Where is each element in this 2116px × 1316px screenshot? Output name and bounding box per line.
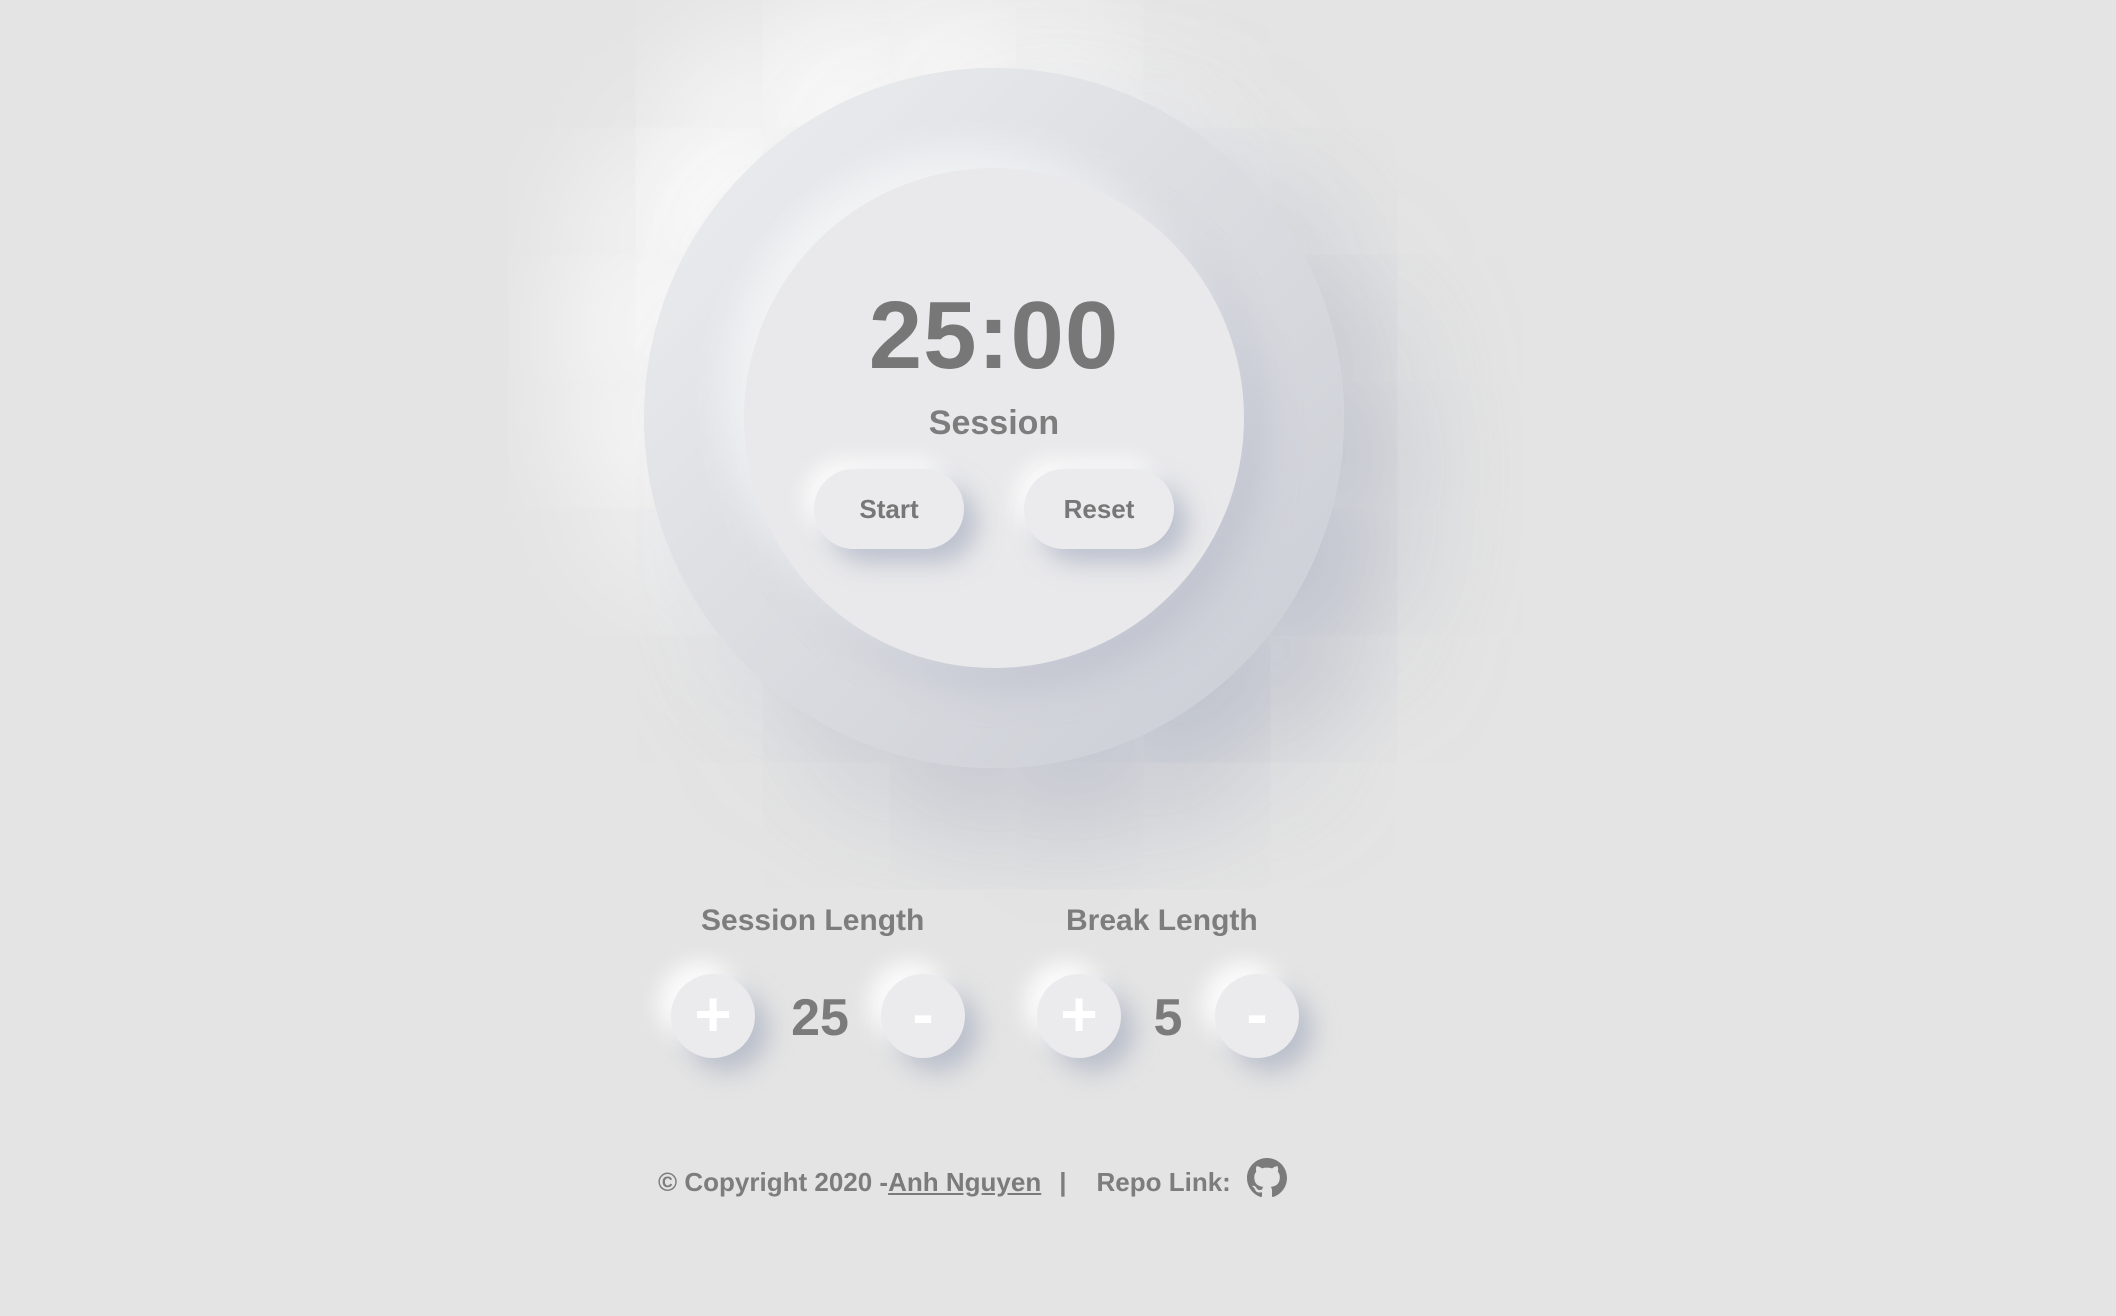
break-length-value: 5 xyxy=(1153,989,1183,1047)
pomodoro-app: 25:00 Session Start Reset Session Length… xyxy=(0,0,2116,1316)
timer-face: 25:00 Session Start Reset xyxy=(744,168,1244,668)
timer-outer-ring: 25:00 Session Start Reset xyxy=(644,68,1344,768)
break-decrement-button[interactable]: - xyxy=(1215,974,1299,1058)
repo-link-label: Repo Link: xyxy=(1096,1166,1231,1197)
author-link[interactable]: Anh Nguyen xyxy=(888,1167,1041,1198)
github-icon[interactable] xyxy=(1246,1158,1287,1198)
session-length-title: Session Length xyxy=(701,904,925,937)
time-left-display: 25:00 xyxy=(868,282,1120,389)
session-length-value: 25 xyxy=(791,989,849,1047)
footer-separator: | xyxy=(1059,1166,1067,1197)
start-button[interactable]: Start xyxy=(814,469,964,549)
timer-mode-label: Session xyxy=(928,404,1060,442)
break-increment-button[interactable]: + xyxy=(1037,974,1121,1058)
footer: © Copyright 2020 - Anh Nguyen | Repo Lin… xyxy=(658,1158,1287,1198)
session-decrement-button[interactable]: - xyxy=(881,974,965,1058)
reset-button[interactable]: Reset xyxy=(1024,469,1174,549)
session-increment-button[interactable]: + xyxy=(671,974,755,1058)
copyright-text: © Copyright 2020 - xyxy=(658,1166,889,1197)
break-length-title: Break Length xyxy=(1066,904,1258,937)
